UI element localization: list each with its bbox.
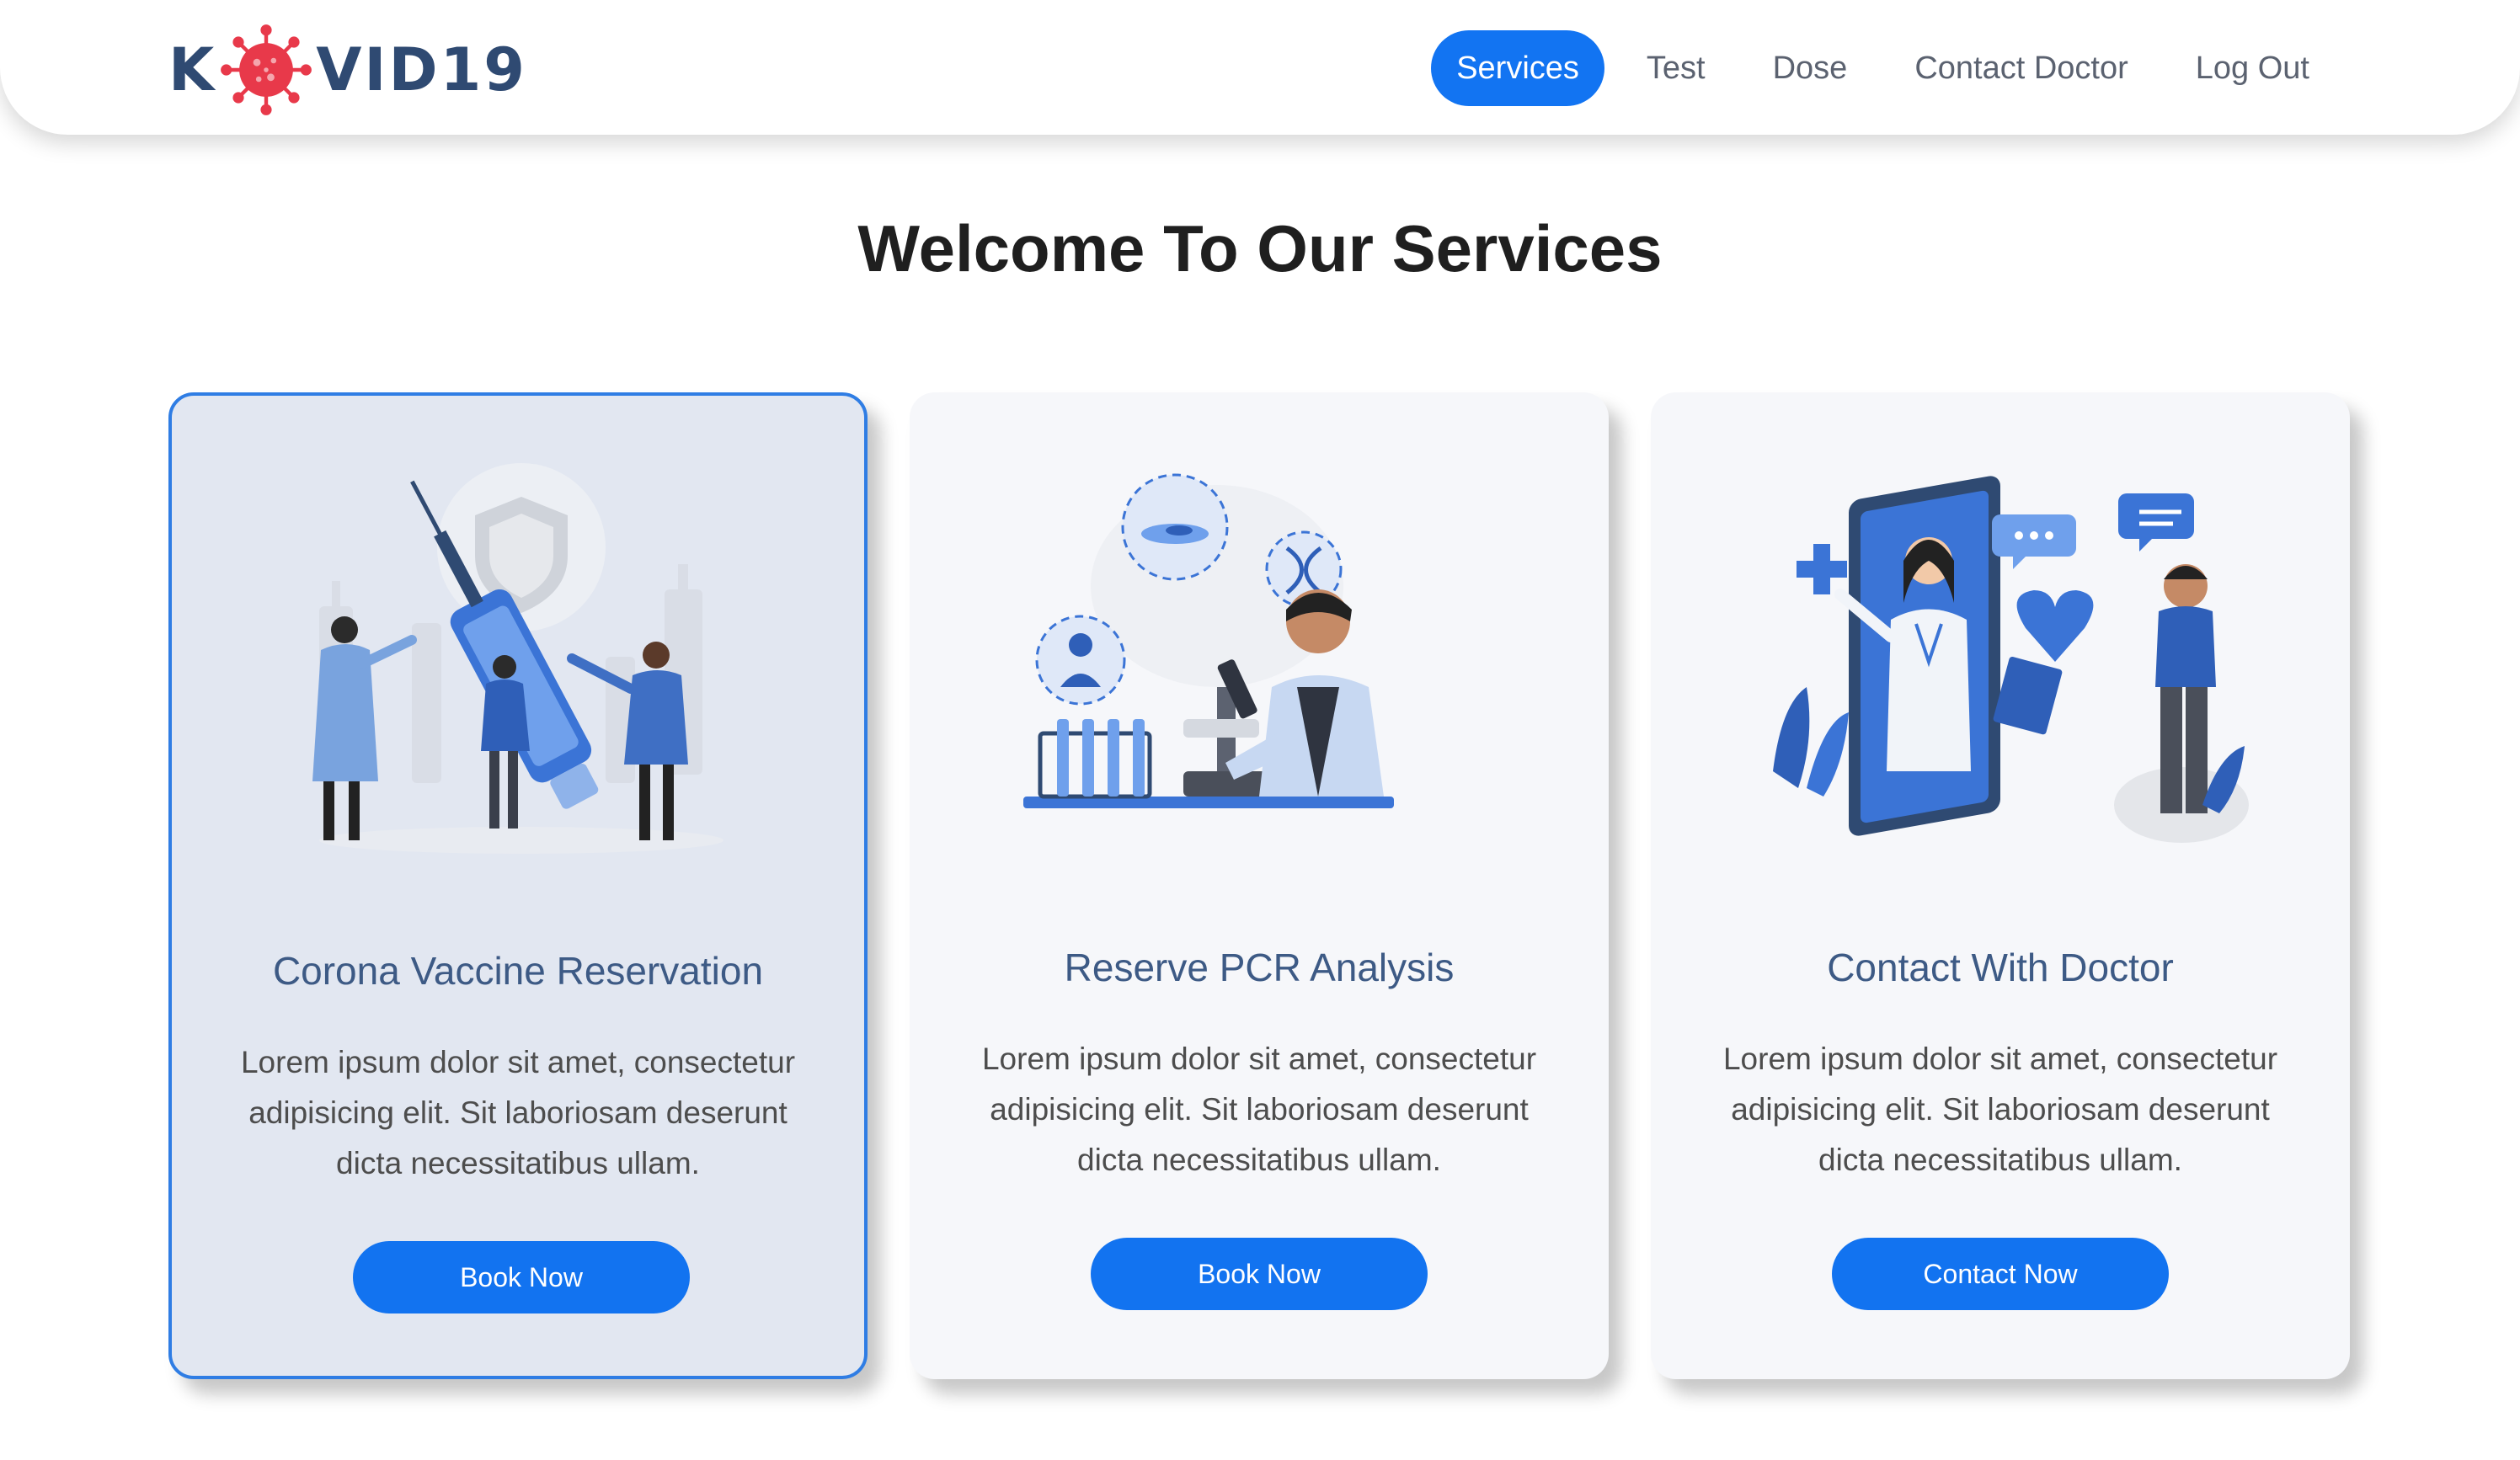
book-vaccine-button[interactable]: Book Now (353, 1241, 690, 1313)
service-card-vaccine[interactable]: Corona Vaccine Reservation Lorem ipsum d… (168, 392, 868, 1379)
logo-text-prefix: K (168, 35, 217, 104)
vaccine-illustration (312, 463, 723, 854)
lab-illustration (1023, 473, 1394, 808)
card-description: Lorem ipsum dolor sit amet, consectetur … (1722, 1042, 2278, 1177)
card-title: Contact With Doctor (1827, 946, 2174, 989)
nav-services[interactable]: Services (1431, 30, 1604, 106)
navbar: K VID19 Services Test Dose Contact Docto… (0, 0, 2520, 135)
logo-text-suffix: VID19 (316, 35, 527, 104)
main-nav: Services Test Dose Contact Doctor Log Ou… (1414, 30, 2335, 106)
contact-doctor-button[interactable]: Contact Now (1832, 1238, 2169, 1310)
card-description: Lorem ipsum dolor sit amet, consectetur … (240, 1045, 796, 1180)
nav-dose[interactable]: Dose (1748, 30, 1873, 106)
card-title: Corona Vaccine Reservation (272, 949, 764, 993)
card-title: Reserve PCR Analysis (1064, 946, 1455, 989)
nav-test[interactable]: Test (1621, 30, 1731, 106)
virus-icon (221, 24, 312, 115)
page-title: Welcome To Our Services (857, 211, 1663, 285)
nav-contact-doctor[interactable]: Contact Doctor (1889, 30, 2153, 106)
book-pcr-button[interactable]: Book Now (1091, 1238, 1428, 1310)
doctor-illustration (1773, 476, 2249, 843)
nav-log-out[interactable]: Log Out (2170, 30, 2335, 106)
service-card-doctor[interactable]: Contact With Doctor Lorem ipsum dolor si… (1651, 392, 2350, 1379)
brand-logo[interactable]: K VID19 (168, 24, 527, 116)
service-card-pcr[interactable]: Reserve PCR Analysis Lorem ipsum dolor s… (910, 392, 1609, 1379)
card-description: Lorem ipsum dolor sit amet, consectetur … (981, 1042, 1537, 1177)
